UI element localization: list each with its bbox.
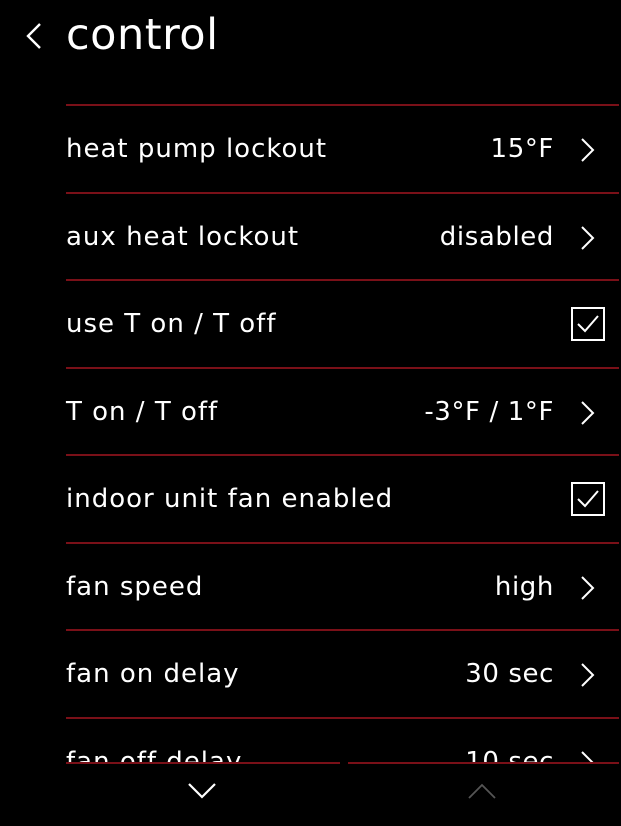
setting-row-fan-on-delay[interactable]: fan on delay 30 sec xyxy=(66,629,619,717)
chevron-right-icon xyxy=(581,138,595,162)
setting-label: fan on delay xyxy=(66,659,240,689)
setting-label: use T on / T off xyxy=(66,309,277,339)
setting-value: disabled xyxy=(439,221,554,252)
setting-label: fan off delay xyxy=(66,746,243,763)
scroll-footer xyxy=(0,762,621,826)
footer-divider xyxy=(66,762,340,764)
setting-value: 10 sec xyxy=(465,746,554,763)
setting-value: high xyxy=(494,571,554,602)
scroll-up-button xyxy=(462,776,502,806)
settings-list: heat pump lockout 15°F aux heat lockout … xyxy=(66,104,619,762)
setting-value: 30 sec xyxy=(465,659,554,689)
setting-row-fan-speed[interactable]: fan speed high xyxy=(66,541,619,630)
setting-row-use-t-on-t-off: use T on / T off xyxy=(66,279,619,367)
chevron-right-icon xyxy=(581,400,595,425)
chevron-right-icon xyxy=(581,225,595,250)
indoor-unit-fan-enabled-checkbox[interactable] xyxy=(571,482,605,516)
chevron-up-icon xyxy=(468,783,496,799)
setting-label: fan speed xyxy=(66,571,204,602)
use-t-on-t-off-checkbox[interactable] xyxy=(571,307,605,341)
setting-row-t-on-t-off[interactable]: T on / T off -3°F / 1°F xyxy=(66,366,619,455)
chevron-right-icon xyxy=(581,663,595,687)
setting-label: aux heat lockout xyxy=(66,221,300,252)
chevron-right-icon xyxy=(581,750,594,762)
checkmark-icon xyxy=(577,315,599,333)
setting-label: indoor unit fan enabled xyxy=(66,484,394,514)
setting-value: -3°F / 1°F xyxy=(424,396,554,427)
chevron-down-icon xyxy=(188,783,216,799)
footer-divider xyxy=(348,762,619,764)
setting-value: 15°F xyxy=(490,134,554,164)
setting-label: heat pump lockout xyxy=(66,134,328,164)
scroll-down-button[interactable] xyxy=(182,776,222,806)
setting-label: T on / T off xyxy=(66,396,219,427)
settings-list-viewport[interactable]: heat pump lockout 15°F aux heat lockout … xyxy=(0,0,621,762)
setting-row-indoor-unit-fan-enabled: indoor unit fan enabled xyxy=(66,454,619,542)
setting-row-heat-pump-lockout[interactable]: heat pump lockout 15°F xyxy=(66,104,619,192)
chevron-right-icon xyxy=(581,575,595,600)
setting-row-aux-heat-lockout[interactable]: aux heat lockout disabled xyxy=(66,191,619,280)
checkmark-icon xyxy=(577,490,599,508)
setting-row-fan-off-delay[interactable]: fan off delay 10 sec xyxy=(66,716,619,763)
